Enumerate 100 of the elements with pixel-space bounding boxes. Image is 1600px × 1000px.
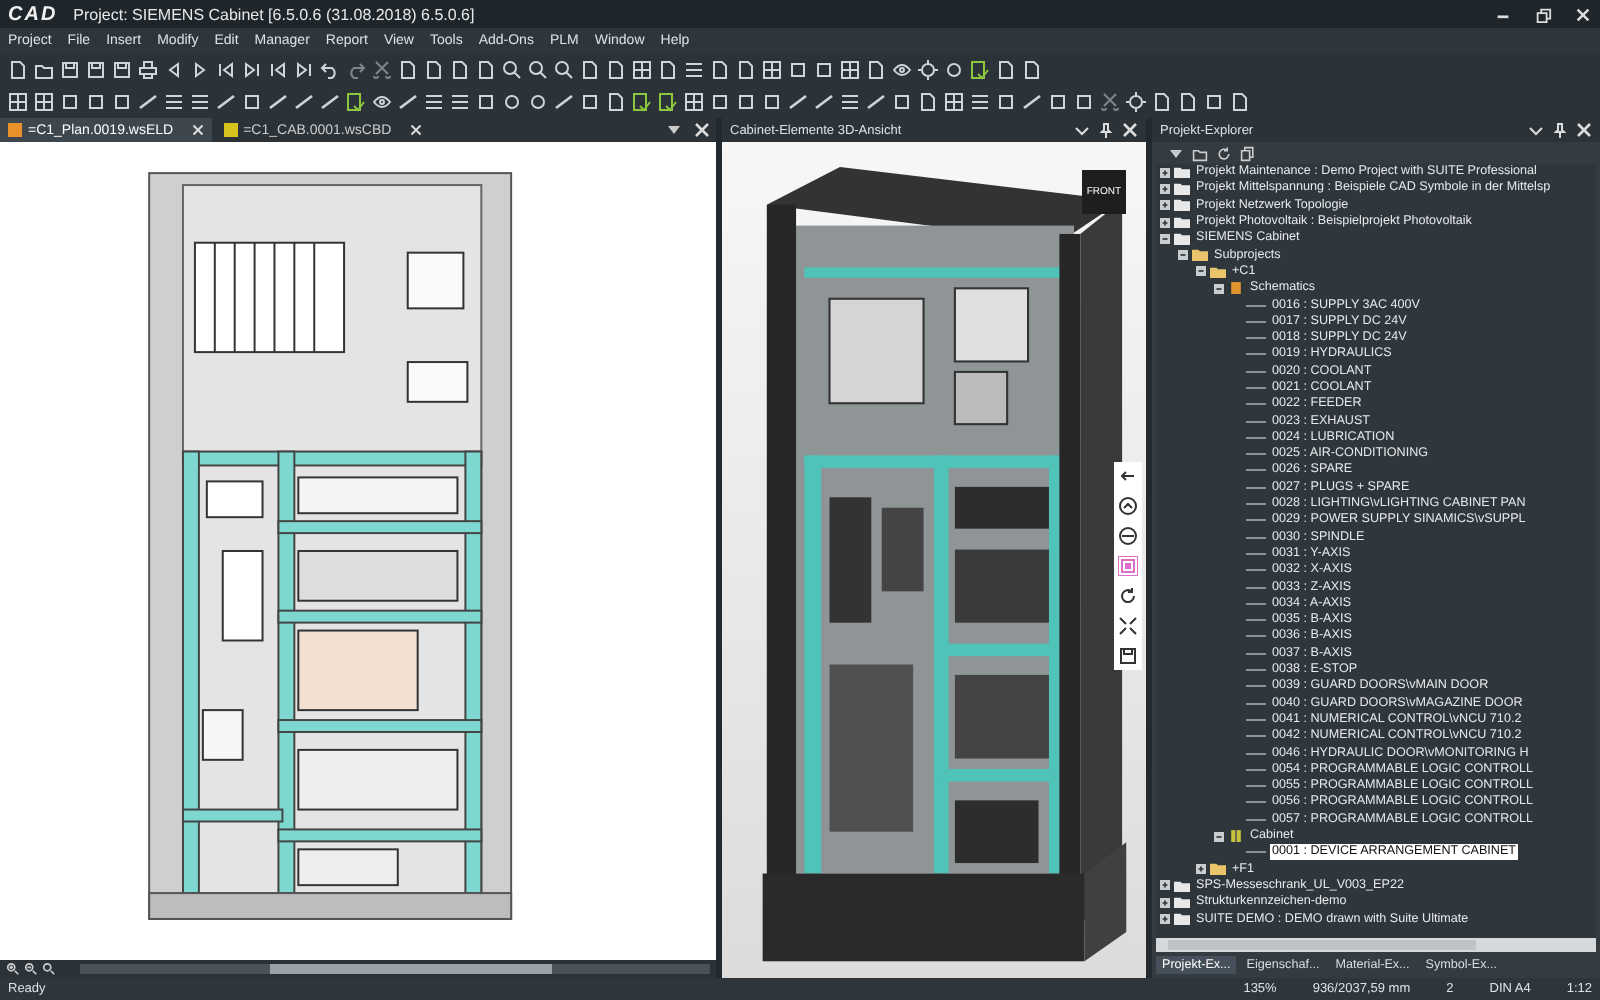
check-icon[interactable] <box>632 92 652 112</box>
copy-icon[interactable] <box>1240 145 1256 161</box>
printer-icon[interactable] <box>138 60 158 80</box>
expander-icon[interactable] <box>1178 250 1188 261</box>
eye-icon[interactable] <box>892 60 912 80</box>
close-icon[interactable] <box>191 124 204 136</box>
grid-icon[interactable] <box>762 60 782 80</box>
square-icon[interactable] <box>242 92 262 112</box>
grid-icon[interactable] <box>8 92 28 112</box>
expander-icon[interactable] <box>1160 233 1170 244</box>
expander-icon[interactable] <box>1160 183 1170 194</box>
square-icon[interactable] <box>476 92 496 112</box>
triangle-left-icon[interactable] <box>164 60 184 80</box>
square-icon[interactable] <box>580 92 600 112</box>
chevron-down-icon[interactable] <box>1074 122 1090 138</box>
zoom-fit-icon[interactable] <box>42 962 56 976</box>
grid-icon[interactable] <box>34 92 54 112</box>
check-icon[interactable] <box>970 60 990 80</box>
grid-icon[interactable] <box>684 92 704 112</box>
pin-icon[interactable] <box>1552 122 1568 138</box>
scrollbar-thumb[interactable] <box>269 964 553 974</box>
expander-icon[interactable] <box>1196 864 1206 875</box>
square-icon[interactable] <box>1048 92 1068 112</box>
zoom-out-icon[interactable] <box>24 962 38 976</box>
expander-icon[interactable] <box>1214 831 1224 842</box>
skip-forward-icon[interactable] <box>242 60 262 80</box>
pin-icon[interactable] <box>1098 122 1114 138</box>
square-icon[interactable] <box>762 92 782 112</box>
redo-icon[interactable] <box>346 60 366 80</box>
fit-view-icon[interactable] <box>1118 556 1138 576</box>
page-icon[interactable] <box>658 60 678 80</box>
check-icon[interactable] <box>346 92 366 112</box>
triangle-right-icon[interactable] <box>190 60 210 80</box>
square-icon[interactable] <box>112 92 132 112</box>
line-icon[interactable] <box>866 92 886 112</box>
expander-icon[interactable] <box>1160 897 1170 908</box>
page-icon[interactable] <box>918 92 938 112</box>
arrow-left-icon[interactable] <box>1118 466 1138 486</box>
square-icon[interactable] <box>60 92 80 112</box>
magnifier-icon[interactable] <box>502 60 522 80</box>
line-icon[interactable] <box>398 92 418 112</box>
scissors-icon[interactable] <box>372 60 392 80</box>
refresh-icon[interactable] <box>1216 145 1232 161</box>
line-icon[interactable] <box>268 92 288 112</box>
line-icon[interactable] <box>554 92 574 112</box>
expander-icon[interactable] <box>1214 283 1224 294</box>
close-icon[interactable] <box>409 124 422 136</box>
save-icon[interactable] <box>1118 646 1138 666</box>
square-icon[interactable] <box>788 60 808 80</box>
page-icon[interactable] <box>1230 92 1250 112</box>
scissors-icon[interactable] <box>1100 92 1120 112</box>
expander-icon[interactable] <box>1160 880 1170 891</box>
square-icon[interactable] <box>1074 92 1094 112</box>
line-icon[interactable] <box>320 92 340 112</box>
bars-icon[interactable] <box>424 92 444 112</box>
check-icon[interactable] <box>658 92 678 112</box>
bars-icon[interactable] <box>970 92 990 112</box>
square-icon[interactable] <box>814 60 834 80</box>
line-icon[interactable] <box>814 92 834 112</box>
expand-icon[interactable] <box>1118 616 1138 636</box>
page-icon[interactable] <box>866 60 886 80</box>
eye-icon[interactable] <box>372 92 392 112</box>
square-icon[interactable] <box>892 92 912 112</box>
grid-icon[interactable] <box>632 60 652 80</box>
close-icon[interactable] <box>694 122 710 138</box>
expander-icon[interactable] <box>1196 266 1206 277</box>
line-icon[interactable] <box>138 92 158 112</box>
scrollbar-thumb[interactable] <box>1168 940 1476 950</box>
grid-icon[interactable] <box>944 92 964 112</box>
bars-icon[interactable] <box>840 92 860 112</box>
expander-icon[interactable] <box>1160 167 1170 178</box>
magnifier-icon[interactable] <box>528 60 548 80</box>
square-icon[interactable] <box>710 92 730 112</box>
square-icon[interactable] <box>86 92 106 112</box>
bars-icon[interactable] <box>450 92 470 112</box>
restore-icon[interactable] <box>1534 5 1552 23</box>
square-icon[interactable] <box>1204 92 1224 112</box>
line-icon[interactable] <box>216 92 236 112</box>
expander-icon[interactable] <box>1160 217 1170 228</box>
undo-icon[interactable] <box>320 60 340 80</box>
bars-icon[interactable] <box>684 60 704 80</box>
line-icon[interactable] <box>788 92 808 112</box>
zoom-in-icon[interactable] <box>6 962 20 976</box>
square-icon[interactable] <box>996 92 1016 112</box>
rotate-icon[interactable] <box>1118 586 1138 606</box>
line-icon[interactable] <box>294 92 314 112</box>
page-icon[interactable] <box>8 60 28 80</box>
square-icon[interactable] <box>736 92 756 112</box>
skip-back-icon[interactable] <box>216 60 236 80</box>
folder-icon[interactable] <box>34 60 54 80</box>
close-icon[interactable] <box>1574 5 1592 23</box>
close-icon[interactable] <box>1122 122 1138 138</box>
expander-icon[interactable] <box>1160 200 1170 211</box>
close-icon[interactable] <box>1576 122 1592 138</box>
line-icon[interactable] <box>1022 92 1042 112</box>
dropdown-icon[interactable] <box>666 122 682 138</box>
expander-icon[interactable] <box>1160 914 1170 924</box>
skip-back-icon[interactable] <box>268 60 288 80</box>
bars-icon[interactable] <box>164 92 184 112</box>
bars-icon[interactable] <box>190 92 210 112</box>
